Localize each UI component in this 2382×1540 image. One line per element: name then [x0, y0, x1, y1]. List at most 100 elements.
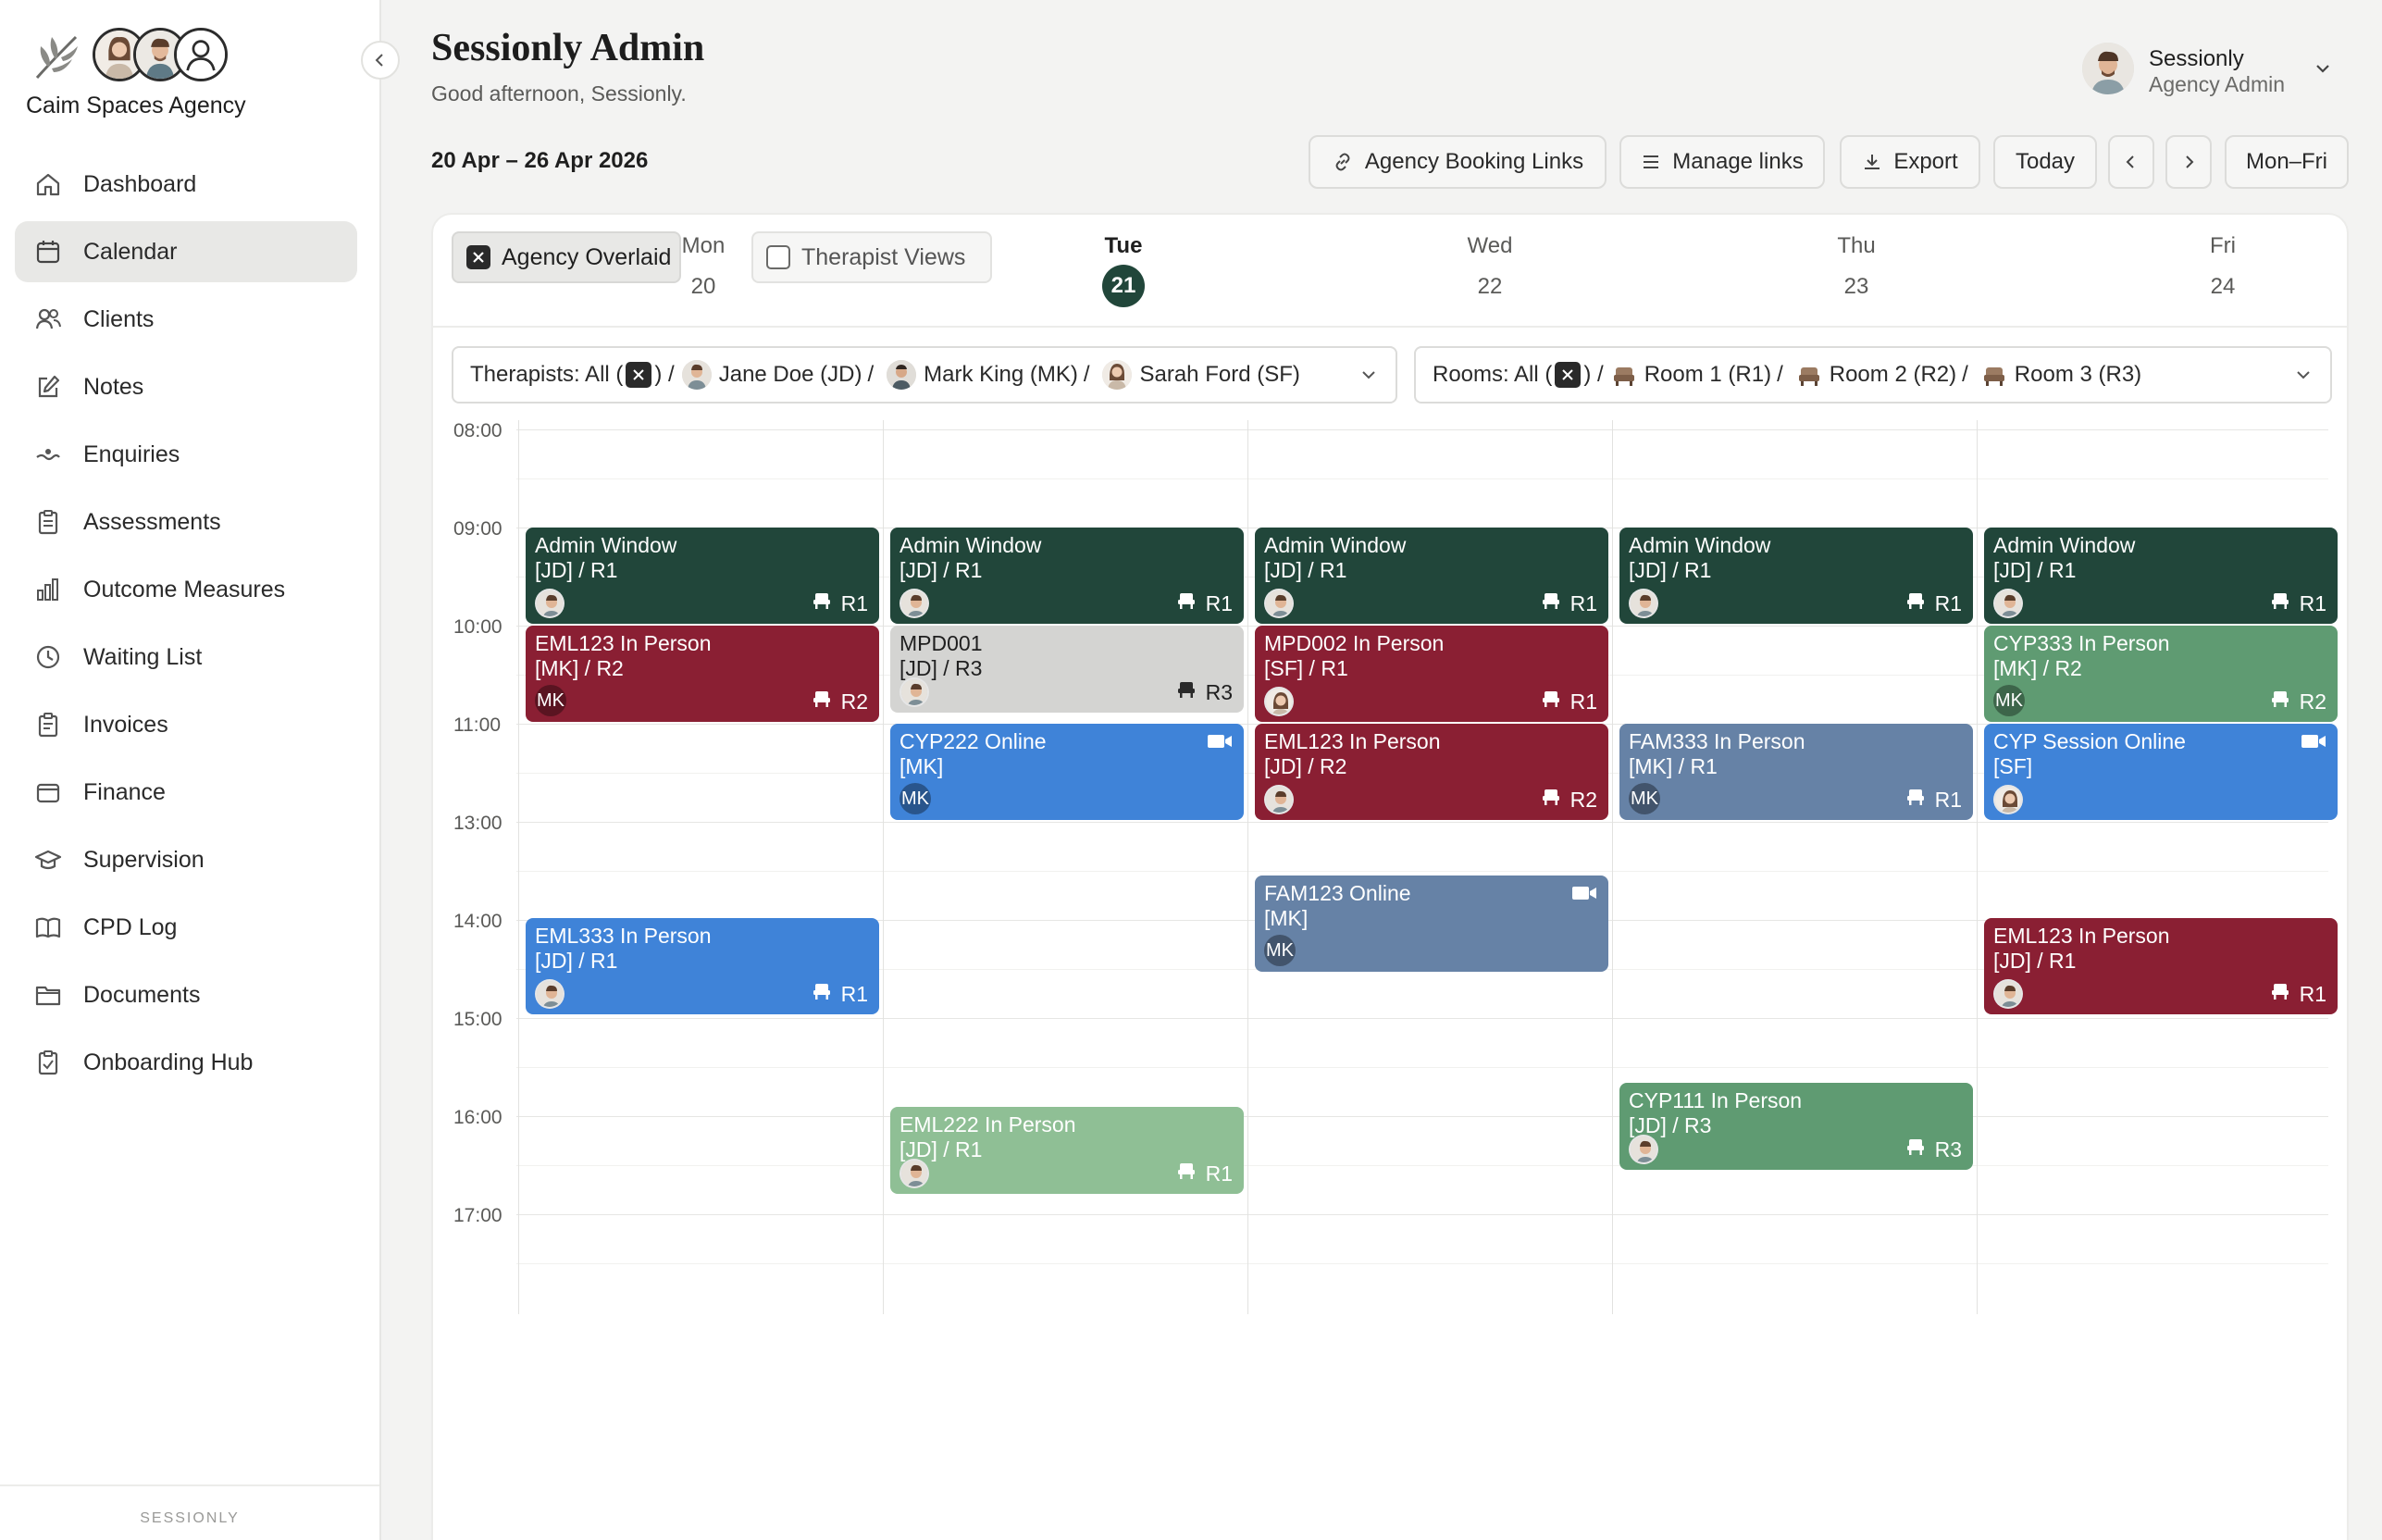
sidebar-item-clients[interactable]: Clients — [15, 289, 357, 350]
calendar-event[interactable]: EML123 In Person [JD] / R1 R1 — [1984, 918, 2338, 1014]
time-label: 15:00 — [453, 1009, 502, 1030]
event-subtitle: [JD] / R1 — [1993, 949, 2077, 973]
link-icon — [1335, 153, 1350, 171]
clipboard-check-icon — [33, 1048, 63, 1077]
grid-line — [516, 1263, 2328, 1264]
receipt-icon — [33, 710, 63, 739]
event-subtitle: [JD] / R1 — [899, 1137, 983, 1161]
sidebar-item-label: Supervision — [83, 846, 205, 873]
event-room: R1 — [1176, 1161, 1233, 1186]
sidebar-item-notes[interactable]: Notes — [15, 356, 357, 417]
event-room-label: R1 — [1205, 1161, 1233, 1186]
therapist-avatar — [1264, 589, 1294, 618]
manage-links-button[interactable]: Manage links — [1619, 135, 1825, 189]
today-button[interactable]: Today — [1993, 135, 2097, 189]
event-title: CYP111 In Person — [1629, 1088, 1803, 1112]
time-label: 16:00 — [453, 1107, 502, 1128]
time-label: 13:00 — [453, 813, 502, 834]
sidebar-item-enquiries[interactable]: Enquiries — [15, 424, 357, 485]
user-avatar — [2082, 43, 2134, 94]
home-icon — [33, 169, 63, 199]
event-title: EML333 In Person — [535, 924, 712, 948]
clear-therapists-icon[interactable] — [626, 362, 652, 388]
sidebar-item-onboarding-hub[interactable]: Onboarding Hub — [15, 1032, 357, 1093]
user-menu[interactable]: Sessionly Agency Admin — [2082, 43, 2341, 98]
sidebar-item-dashboard[interactable]: Dashboard — [15, 154, 357, 215]
view-agency-overlaid-toggle[interactable]: Agency Overlaid — [452, 231, 681, 283]
calendar-event[interactable]: EML123 In Person [JD] / R2 R2 — [1255, 724, 1608, 820]
sidebar-item-label: Enquiries — [83, 441, 180, 467]
calendar-event[interactable]: CYP Session Online [SF] — [1984, 724, 2338, 820]
users-icon — [33, 304, 63, 334]
event-room: R1 — [2270, 981, 2326, 1007]
therapist-filter-select[interactable]: Therapists: All ( ) / Jane Doe (JD) / Ma… — [452, 346, 1397, 404]
therapist-avatar — [1629, 1135, 1658, 1164]
sidebar-item-supervision[interactable]: Supervision — [15, 829, 357, 890]
sidebar-item-cpd-log[interactable]: CPD Log — [15, 897, 357, 958]
calendar-event[interactable]: FAM333 In Person [MK] / R1 MK R1 — [1619, 724, 1973, 820]
calendar-event[interactable]: FAM123 Online [MK] MK — [1255, 876, 1608, 972]
calendar-event[interactable]: EML333 In Person [JD] / R1 R1 — [526, 918, 879, 1014]
sidebar-item-finance[interactable]: Finance — [15, 762, 357, 823]
sidebar-item-assessments[interactable]: Assessments — [15, 491, 357, 553]
therapist-initials: MK — [1629, 783, 1660, 814]
calendar-card: Agency Overlaid Therapist Views Mon 20 T… — [431, 213, 2349, 1540]
calendar-event[interactable]: EML123 In Person [MK] / R2 MK R2 — [526, 626, 879, 722]
therapist-avatar — [1993, 785, 2023, 814]
event-subtitle: [JD] / R3 — [1629, 1113, 1712, 1137]
calendar-event[interactable]: Admin Window [JD] / R1 R1 — [526, 528, 879, 624]
prev-week-button[interactable] — [2108, 135, 2154, 189]
event-title: CYP333 In Person — [1993, 631, 2170, 655]
clear-rooms-icon[interactable] — [1555, 362, 1582, 388]
calendar-event[interactable]: MPD001 [JD] / R3 R3 — [890, 626, 1244, 713]
event-room-label: R1 — [1569, 689, 1597, 714]
sidebar-item-waiting-list[interactable]: Waiting List — [15, 627, 357, 688]
view-therapist-toggle[interactable]: Therapist Views — [751, 231, 992, 283]
therapist-avatar-mk — [887, 360, 917, 390]
agency-booking-links-button[interactable]: Agency Booking Links — [1309, 135, 1607, 189]
chair-icon — [1176, 679, 1197, 705]
video-camera-icon — [1207, 731, 1233, 756]
calendar-event[interactable]: EML222 In Person [JD] / R1 R1 — [890, 1107, 1244, 1194]
sidebar-item-outcome-measures[interactable]: Outcome Measures — [15, 559, 357, 620]
therapist-avatar — [1993, 589, 2023, 618]
event-subtitle: [JD] / R1 — [1264, 558, 1347, 582]
export-button[interactable]: Export — [1840, 135, 1980, 189]
calendar-event[interactable]: Admin Window [JD] / R1 R1 — [1255, 528, 1608, 624]
event-room: R3 — [1905, 1136, 1962, 1162]
video-camera-icon — [1571, 883, 1597, 908]
room-filter-select[interactable]: Rooms: All ( ) / Room 1 (R1) / Room 2 (R… — [1414, 346, 2332, 404]
calendar-event[interactable]: Admin Window [JD] / R1 R1 — [1984, 528, 2338, 624]
sidebar-item-calendar[interactable]: Calendar — [15, 221, 357, 282]
chair-icon — [2270, 689, 2290, 714]
calendar-event[interactable]: CYP222 Online [MK] MK — [890, 724, 1244, 820]
sidebar-item-label: Calendar — [83, 238, 178, 265]
sidebar-item-documents[interactable]: Documents — [15, 964, 357, 1025]
armchair-icon — [1983, 367, 2004, 386]
event-subtitle: [SF] — [1993, 754, 2033, 778]
calendar-event[interactable]: CYP333 In Person [MK] / R2 MK R2 — [1984, 626, 2338, 722]
event-room-label: R1 — [1205, 590, 1233, 615]
column-divider — [883, 420, 884, 1314]
today-date-badge: 21 — [1102, 265, 1145, 307]
grid-line — [516, 429, 2328, 430]
event-subtitle: [JD] / R3 — [899, 656, 983, 680]
collapse-sidebar-button[interactable] — [361, 41, 400, 80]
brand[interactable]: Caim Spaces Agency — [26, 26, 304, 128]
chair-icon — [1905, 787, 1926, 813]
chair-icon — [1541, 590, 1561, 616]
chair-icon — [1905, 1136, 1926, 1162]
event-room-label: R1 — [1934, 590, 1962, 615]
chevron-down-icon — [1362, 371, 1375, 379]
calendar-event[interactable]: Admin Window [JD] / R1 R1 — [890, 528, 1244, 624]
next-week-button[interactable] — [2165, 135, 2212, 189]
clipboard-icon — [33, 507, 63, 537]
sidebar-item-invoices[interactable]: Invoices — [15, 694, 357, 755]
event-title: FAM333 In Person — [1629, 729, 1805, 753]
calendar-event[interactable]: Admin Window [JD] / R1 R1 — [1619, 528, 1973, 624]
therapist-avatar-sf — [1102, 360, 1133, 390]
range-mode-button[interactable]: Mon–Fri — [2225, 135, 2349, 189]
calendar-event[interactable]: MPD002 In Person [SF] / R1 R1 — [1255, 626, 1608, 722]
day-header-fri: Fri 24 — [2210, 233, 2236, 299]
calendar-event[interactable]: CYP111 In Person [JD] / R3 R3 — [1619, 1083, 1973, 1170]
